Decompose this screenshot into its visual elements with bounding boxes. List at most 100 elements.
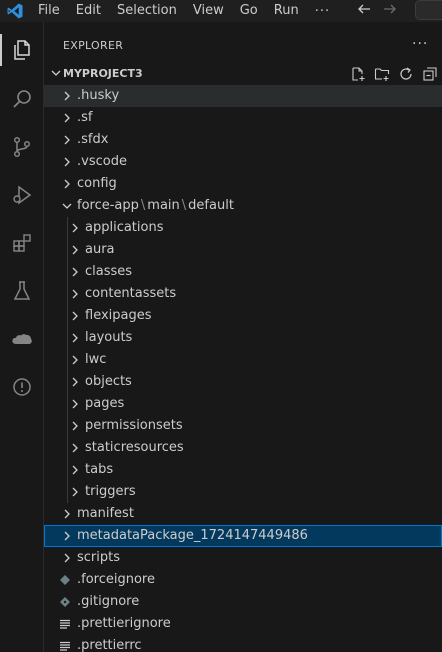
tree-item-label: contentassets: [85, 286, 177, 301]
new-file-icon[interactable]: [350, 66, 366, 82]
chevron-right-icon: [68, 441, 82, 455]
chevron-right-icon: [68, 309, 82, 323]
collapse-all-icon[interactable]: [422, 66, 438, 82]
tree-item-label: .prettierrc: [77, 638, 142, 652]
tree-item-label: objects: [85, 374, 132, 389]
tree-folder-row[interactable]: flexipages: [44, 305, 442, 327]
chevron-right-icon: [68, 419, 82, 433]
title-bar: File Edit Selection View Go Run ···: [0, 0, 442, 22]
tree-folder-row[interactable]: lwc: [44, 349, 442, 371]
arrow-right-icon[interactable]: [382, 1, 398, 21]
tree-item-label: applications: [85, 220, 164, 235]
tree-folder-row[interactable]: triggers: [44, 481, 442, 503]
chevron-right-icon: [60, 89, 74, 103]
chevron-right-icon: [68, 221, 82, 235]
problems-icon[interactable]: [0, 365, 44, 409]
tree-folder-row[interactable]: .sf: [44, 107, 442, 129]
menu-file[interactable]: File: [30, 0, 68, 22]
run-debug-icon[interactable]: [0, 173, 44, 217]
source-control-icon[interactable]: [0, 125, 44, 169]
tree-item-label: layouts: [85, 330, 133, 345]
tree-folder-row[interactable]: .vscode: [44, 151, 442, 173]
tree-folder-row[interactable]: metadataPackage_1724147449486: [44, 525, 442, 547]
salesforce-icon[interactable]: [0, 317, 44, 361]
tree-item-label: .prettierignore: [77, 616, 171, 631]
tree-item-label: .sfdx: [77, 132, 109, 147]
chevron-right-icon: [68, 287, 82, 301]
chevron-right-icon: [68, 485, 82, 499]
sidebar-header: EXPLORER ···: [44, 35, 442, 57]
chevron-right-icon: [68, 353, 82, 367]
testing-icon[interactable]: [0, 269, 44, 313]
chevron-down-icon: [50, 66, 62, 84]
tree-folder-row[interactable]: classes: [44, 261, 442, 283]
tree-file-row[interactable]: .prettierignore: [44, 613, 442, 635]
tree-item-label: staticresources: [85, 440, 184, 455]
git-file-icon: [58, 595, 72, 609]
lines-file-icon: [58, 617, 72, 631]
tree-file-row[interactable]: .gitignore: [44, 591, 442, 613]
tree-folder-row[interactable]: config: [44, 173, 442, 195]
tree-folder-row[interactable]: contentassets: [44, 283, 442, 305]
tree-file-row[interactable]: .prettierrc: [44, 635, 442, 652]
tree-item-label: classes: [85, 264, 133, 279]
tree-folder-row[interactable]: layouts: [44, 327, 442, 349]
new-folder-icon[interactable]: [374, 66, 390, 82]
chevron-right-icon: [60, 551, 74, 565]
tree-item-label: manifest: [77, 506, 134, 521]
tree-item-label: aura: [85, 242, 115, 257]
diamond-file-icon: [58, 573, 72, 587]
tree-folder-row[interactable]: applications: [44, 217, 442, 239]
command-center[interactable]: [415, 0, 442, 20]
indent-guide: [67, 217, 68, 503]
chevron-right-icon: [68, 397, 82, 411]
explorer-sidebar: EXPLORER ··· MYPROJECT3 .husky .sf .sfdx .v…: [44, 22, 442, 652]
vscode-logo-icon: [0, 0, 30, 22]
menu-run[interactable]: Run: [266, 0, 307, 22]
refresh-icon[interactable]: [398, 66, 414, 82]
arrow-left-icon[interactable]: [356, 1, 372, 21]
tree-item-label: permissionsets: [85, 418, 183, 433]
lines-file-icon: [58, 639, 72, 652]
path-segment: main: [147, 198, 180, 213]
tree-folder-row[interactable]: pages: [44, 393, 442, 415]
tree-folder-row[interactable]: manifest: [44, 503, 442, 525]
menu-edit[interactable]: Edit: [68, 0, 109, 22]
path-segment: force-app: [77, 198, 139, 213]
tree-folder-row[interactable]: aura: [44, 239, 442, 261]
chevron-right-icon: [60, 133, 74, 147]
tree-item-label: scripts: [77, 550, 120, 565]
chevron-right-icon: [60, 155, 74, 169]
chevron-right-icon: [68, 331, 82, 345]
menu-more-button[interactable]: ···: [307, 4, 338, 19]
tree-folder-row[interactable]: .sfdx: [44, 129, 442, 151]
chevron-down-icon: [60, 199, 74, 213]
search-icon[interactable]: [0, 77, 44, 121]
tree-item-label: .vscode: [77, 154, 127, 169]
tree-folder-row[interactable]: staticresources: [44, 437, 442, 459]
sidebar-more-button[interactable]: ···: [412, 36, 428, 52]
extensions-icon[interactable]: [0, 221, 44, 265]
menu-view[interactable]: View: [185, 0, 232, 22]
tree-item-label: lwc: [85, 352, 107, 367]
chevron-right-icon: [60, 111, 74, 125]
activity-bar: [0, 22, 44, 652]
sidebar-title: EXPLORER: [63, 39, 124, 52]
project-title: MYPROJECT3: [63, 67, 143, 80]
path-segment: default: [188, 198, 234, 213]
tree-item-label: pages: [85, 396, 125, 411]
tree-folder-row[interactable]: scripts: [44, 547, 442, 569]
chevron-right-icon: [60, 529, 74, 543]
tree-folder-row[interactable]: .husky: [44, 85, 442, 107]
tree-item-label: config: [77, 176, 117, 191]
menu-selection[interactable]: Selection: [109, 0, 185, 22]
tree-folder-row[interactable]: permissionsets: [44, 415, 442, 437]
menu-go[interactable]: Go: [232, 0, 266, 22]
tree-file-row[interactable]: .forceignore: [44, 569, 442, 591]
tree-folder-row[interactable]: objects: [44, 371, 442, 393]
explorer-icon[interactable]: [0, 28, 44, 72]
tree-folder-row[interactable]: force-app \ main \ default: [44, 195, 442, 217]
chevron-right-icon: [60, 507, 74, 521]
project-section-header[interactable]: MYPROJECT3: [44, 63, 442, 85]
tree-folder-row[interactable]: tabs: [44, 459, 442, 481]
